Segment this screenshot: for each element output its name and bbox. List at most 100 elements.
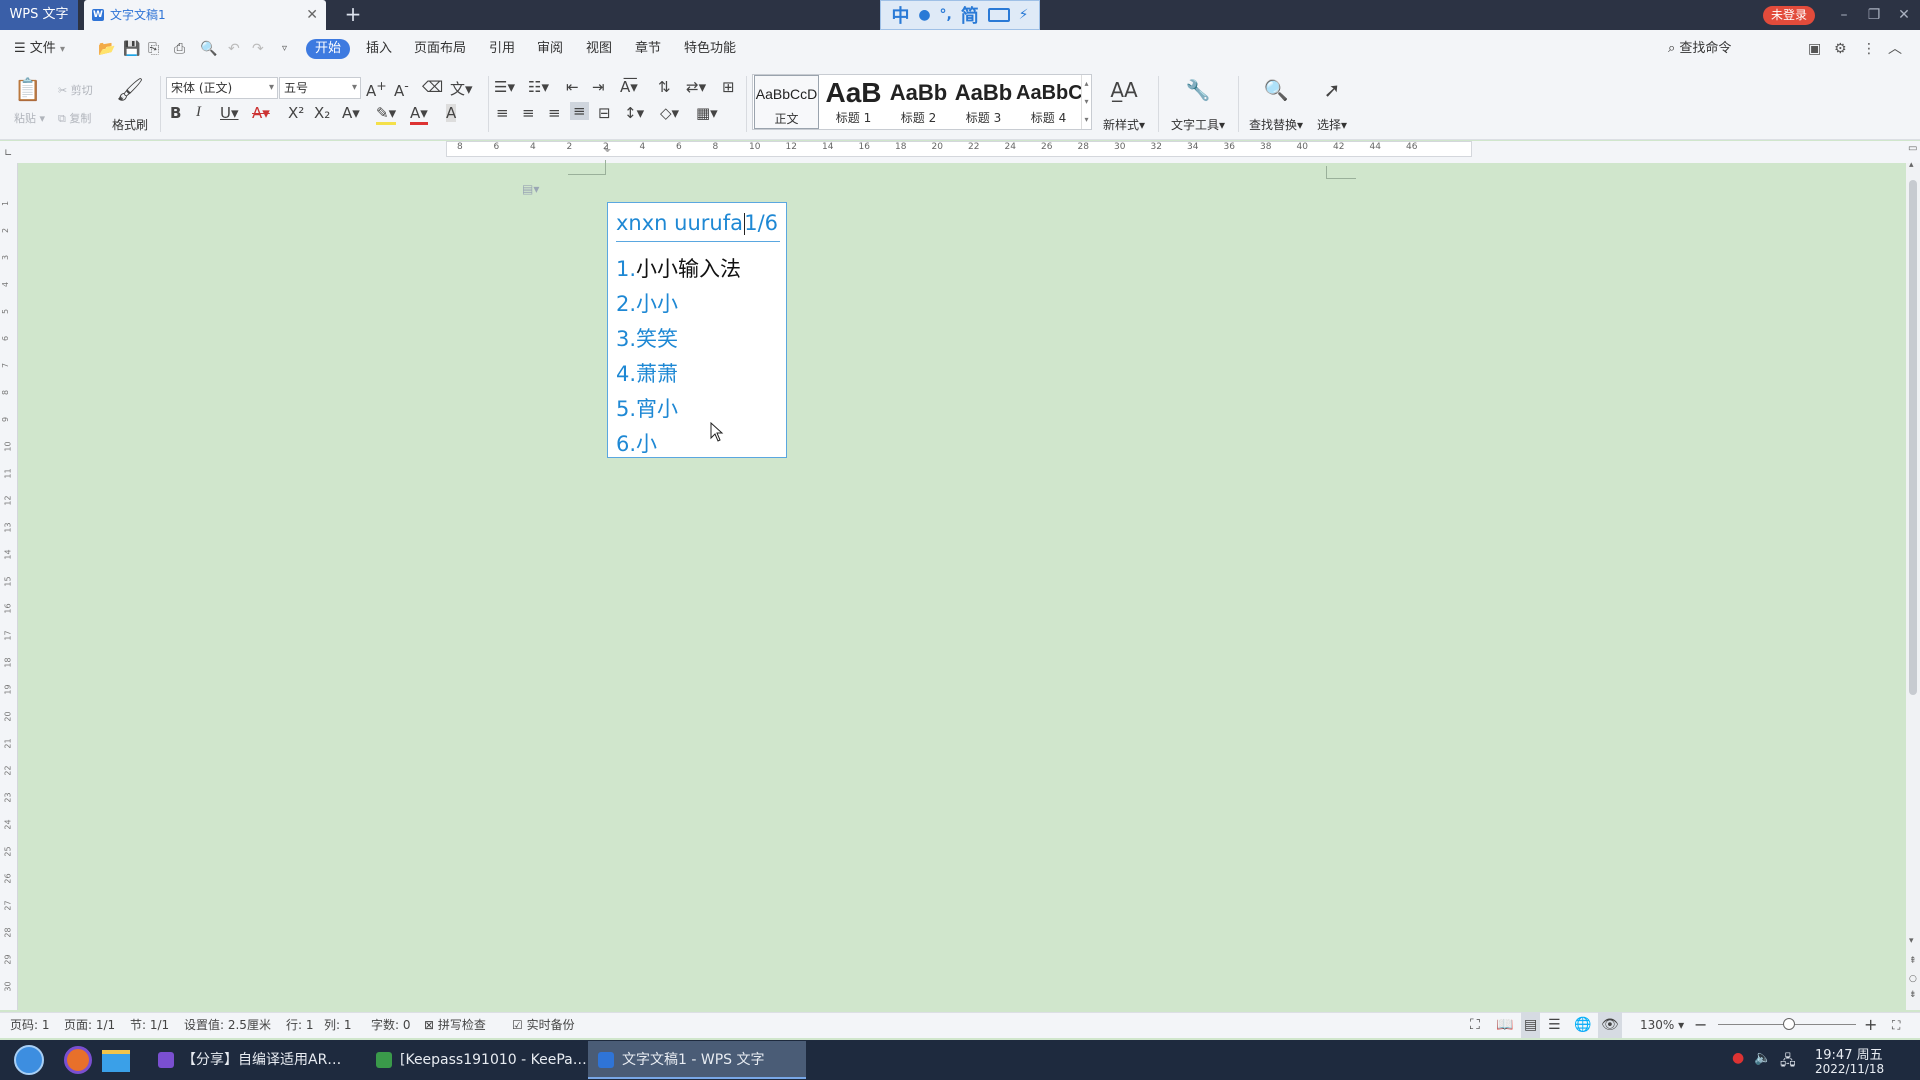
tab-insert[interactable]: 插入 <box>366 30 392 68</box>
paste-button[interactable]: 粘贴 ▾ <box>14 110 45 126</box>
microphone-icon[interactable]: ● <box>1732 1050 1744 1066</box>
document-area[interactable] <box>19 163 1907 1010</box>
superscript-icon[interactable]: X² <box>288 104 304 122</box>
tab-review[interactable]: 审阅 <box>537 30 563 68</box>
taskbar-item[interactable]: [Keepass191010 - KeePa… <box>366 1041 586 1079</box>
text-tools-button[interactable]: 🔧 文字工具▾ <box>1166 76 1230 132</box>
style-normal[interactable]: AaBbCcD 正文 <box>754 75 819 129</box>
find-replace-button[interactable]: 🔍 查找替换▾ <box>1244 76 1308 132</box>
taskbar-item[interactable]: 【分享】自编译适用AR… <box>148 1041 364 1079</box>
text-effect-icon[interactable]: A▾ <box>342 104 360 122</box>
web-view-icon[interactable]: 🌐 <box>1574 1012 1591 1038</box>
redo-icon[interactable]: ↷ <box>252 30 264 68</box>
outline-view-icon[interactable]: ☰ <box>1548 1012 1561 1038</box>
more-icon[interactable]: ⋮ <box>1862 30 1876 68</box>
document-options-icon[interactable]: ▤▾ <box>522 182 539 196</box>
ime-charset[interactable]: 简 <box>961 2 979 28</box>
reading-mode-icon[interactable]: 📖 <box>1496 1012 1513 1038</box>
page-view-icon[interactable]: ▤ <box>1521 1012 1541 1038</box>
zoom-out-icon[interactable]: − <box>1694 1012 1707 1038</box>
borders-icon[interactable]: ▦▾ <box>696 104 718 122</box>
line-spacing-icon[interactable]: ↕▾ <box>624 104 644 122</box>
underline-icon[interactable]: U▾ <box>220 104 239 122</box>
status-setting[interactable]: 设置值: 2.5厘米 <box>184 1012 271 1038</box>
strikethrough-icon[interactable]: A▾ <box>252 104 270 122</box>
decrease-indent-icon[interactable]: ⇤ <box>566 78 579 96</box>
eye-care-icon[interactable]: 👁 <box>1598 1012 1622 1038</box>
undo-icon[interactable]: ↶ <box>228 30 240 68</box>
zoom-level[interactable]: 130% ▾ <box>1640 1012 1684 1038</box>
numbered-list-icon[interactable]: ☷▾ <box>528 78 549 96</box>
shrink-font-icon[interactable]: A- <box>394 78 409 100</box>
zoom-slider-knob[interactable] <box>1783 1018 1795 1030</box>
style-heading-4[interactable]: AaBbC 标题 4 <box>1016 75 1081 129</box>
font-size-select[interactable]: 五号 <box>279 77 361 99</box>
phonetic-guide-icon[interactable]: 文▾ <box>450 78 473 99</box>
quick-access-dropdown-icon[interactable]: ▿ <box>282 30 287 68</box>
app-name-tab[interactable]: WPS 文字 <box>0 0 78 30</box>
file-manager-icon[interactable] <box>102 1050 130 1072</box>
highlight-icon[interactable]: ✎▾ <box>376 104 397 125</box>
new-tab-button[interactable]: + <box>340 0 366 30</box>
document-tab[interactable]: W 文字文稿1 ✕ <box>84 0 326 30</box>
ime-candidate[interactable]: 3.笑笑 <box>616 323 678 353</box>
login-button[interactable]: 未登录 <box>1763 6 1815 25</box>
format-painter-button[interactable]: 🖌 格式刷 <box>110 76 150 132</box>
close-tab-icon[interactable]: ✕ <box>306 0 318 30</box>
search-command[interactable]: ⌕ 查找命令 <box>1668 30 1731 68</box>
tab-stop-icon[interactable]: ∟ <box>4 148 12 159</box>
moon-icon[interactable]: ● <box>918 7 930 23</box>
scroll-down-icon[interactable]: ▾ <box>1909 936 1914 946</box>
tab-features[interactable]: 特色功能 <box>684 30 736 68</box>
spell-check-button[interactable]: ⊠ 拼写检查 <box>424 1012 486 1038</box>
ime-mode[interactable]: 中 <box>891 2 909 28</box>
file-menu[interactable]: ☰ 文件 ▾ <box>14 30 65 68</box>
firefox-icon[interactable] <box>64 1046 92 1074</box>
italic-icon[interactable]: I <box>196 104 201 121</box>
restore-icon[interactable]: ❐ <box>1858 0 1890 30</box>
ime-candidate[interactable]: 4.萧萧 <box>616 358 678 388</box>
clock-time[interactable]: 19:47 周五 <box>1815 1044 1883 1063</box>
ruler-toggle-icon[interactable]: ▭ <box>1908 143 1917 154</box>
collapse-ribbon-icon[interactable]: ︿ <box>1888 30 1902 68</box>
ime-candidate[interactable]: 1.小小输入法 <box>616 253 741 283</box>
status-col[interactable]: 列: 1 <box>324 1012 352 1038</box>
ime-candidate[interactable]: 6.小 <box>616 428 657 458</box>
font-color-icon[interactable]: A▾ <box>410 104 428 125</box>
distribute-icon[interactable]: ⊟ <box>598 104 611 122</box>
style-heading-3[interactable]: AaBb 标题 3 <box>951 75 1016 129</box>
backup-button[interactable]: ☑ 实时备份 <box>512 1012 575 1038</box>
shading-icon[interactable]: ◇▾ <box>660 104 679 122</box>
status-pages[interactable]: 页面: 1/1 <box>64 1012 115 1038</box>
start-menu-icon[interactable] <box>14 1045 44 1075</box>
browse-object-icon[interactable]: ○ <box>1909 974 1917 984</box>
scroll-up-icon[interactable]: ▴ <box>1909 160 1914 170</box>
vertical-ruler[interactable]: 1 2 3 4 5 6 7 8 9 10 11 12 13 14 15 16 17 18 19 20 21 22 23 24 2… <box>0 163 18 1010</box>
lightning-icon[interactable]: ⚡ <box>1019 7 1029 23</box>
style-heading-1[interactable]: AaB 标题 1 <box>821 75 886 129</box>
table-layout-icon[interactable]: ⊞ <box>722 78 735 96</box>
tab-references[interactable]: 引用 <box>489 30 515 68</box>
volume-icon[interactable]: 🔈 <box>1754 1050 1771 1066</box>
tab-page-layout[interactable]: 页面布局 <box>414 30 466 68</box>
horizontal-ruler[interactable]: 8 6 4 2 2 4 6 8 10 12 14 16 18 20 22 24 26 28 30 32 34 36 38 40… <box>446 141 1472 157</box>
open-icon[interactable]: 📂 <box>98 30 115 68</box>
indent-marker-icon[interactable]: ⏚ <box>603 142 612 155</box>
status-page-code[interactable]: 页码: 1 <box>10 1012 50 1038</box>
ime-candidate[interactable]: 2.小小 <box>616 288 678 318</box>
minimize-icon[interactable]: – <box>1828 0 1860 30</box>
next-page-icon[interactable]: ⇟ <box>1909 990 1917 1000</box>
sort-icon[interactable]: ⇅ <box>658 78 671 96</box>
fit-page-icon[interactable]: ⛶ <box>1892 1012 1900 1038</box>
clock-date[interactable]: 2022/11/18 <box>1815 1062 1884 1076</box>
export-pdf-icon[interactable]: ⎘ <box>148 30 159 68</box>
keyboard-icon[interactable] <box>987 8 1010 22</box>
style-heading-2[interactable]: AaBb 标题 2 <box>886 75 951 129</box>
status-row[interactable]: 行: 1 <box>286 1012 314 1038</box>
save-icon[interactable]: 💾 <box>123 30 140 68</box>
select-button[interactable]: ➚ 选择▾ <box>1310 76 1354 132</box>
justify-icon[interactable]: ≡ <box>570 102 589 120</box>
gear-icon[interactable]: ⚙ <box>1834 30 1847 68</box>
align-right-icon[interactable]: ≡ <box>548 104 561 122</box>
window-close-icon[interactable]: ✕ <box>1888 0 1920 30</box>
